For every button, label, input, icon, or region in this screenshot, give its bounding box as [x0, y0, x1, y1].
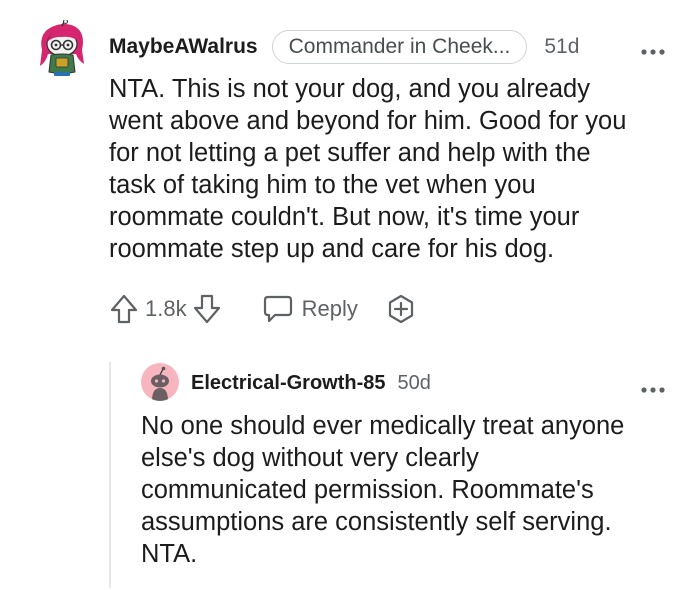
downvote-icon	[193, 294, 220, 324]
comment-header: MaybeAWalrus Commander in Cheek... 51d	[109, 30, 579, 64]
reply-bubble-icon	[263, 295, 292, 323]
comment-body: No one should ever medically treat anyon…	[141, 410, 624, 570]
comment-body-line: No one should ever medically treat anyon…	[141, 412, 625, 440]
downvote-button[interactable]	[192, 293, 222, 325]
thread-line[interactable]	[109, 362, 111, 588]
comment-body-line: assumptions are consistently self servin…	[141, 508, 612, 536]
comment-body-line: task of taking him to the vet when you	[109, 171, 536, 199]
comment-body-line: for not letting a pet suffer and help wi…	[109, 139, 591, 167]
more-dots-icon	[641, 49, 665, 55]
upvote-icon	[110, 294, 138, 324]
comment-body: NTA. This is not your dog, and you alrea…	[109, 73, 626, 265]
more-dots-icon	[641, 387, 665, 393]
avatar[interactable]	[141, 363, 179, 401]
vote-count: 1.8k	[145, 296, 187, 321]
more-options-button[interactable]	[640, 38, 666, 60]
comment-body-line: NTA. This is not your dog, and you alrea…	[109, 75, 590, 103]
comment-body-line: NTA.	[141, 540, 198, 568]
comment-body-line: else's dog without very clearly	[141, 444, 479, 472]
comment-header: Electrical-Growth-85 50d	[191, 368, 431, 398]
comment-body-line: went above and beyond for him. Good for …	[109, 107, 627, 135]
reply-label: Reply	[301, 296, 358, 321]
award-button[interactable]	[385, 293, 417, 325]
snoo-avatar-icon	[40, 19, 84, 76]
comment-body-line: roommate step up and care for his dog.	[109, 235, 555, 263]
avatar[interactable]	[32, 19, 90, 78]
reply-button[interactable]: Reply	[262, 294, 358, 324]
username-link[interactable]: MaybeAWalrus	[109, 35, 258, 59]
upvote-button[interactable]	[109, 293, 139, 325]
more-options-button[interactable]	[640, 376, 666, 398]
comment-body-line: communicated permission. Roommate's	[141, 476, 594, 504]
username-link[interactable]: Electrical-Growth-85	[191, 372, 386, 395]
comment-age: 50d	[397, 371, 431, 394]
award-icon	[388, 294, 413, 324]
snoo-avatar-icon	[151, 366, 169, 401]
comment-actions: 1.8k Reply	[109, 291, 417, 327]
comment-age: 51d	[544, 35, 580, 58]
comment-body-line: roommate couldn't. But now, it's time yo…	[109, 203, 580, 231]
user-flair: Commander in Cheek...	[271, 30, 528, 64]
